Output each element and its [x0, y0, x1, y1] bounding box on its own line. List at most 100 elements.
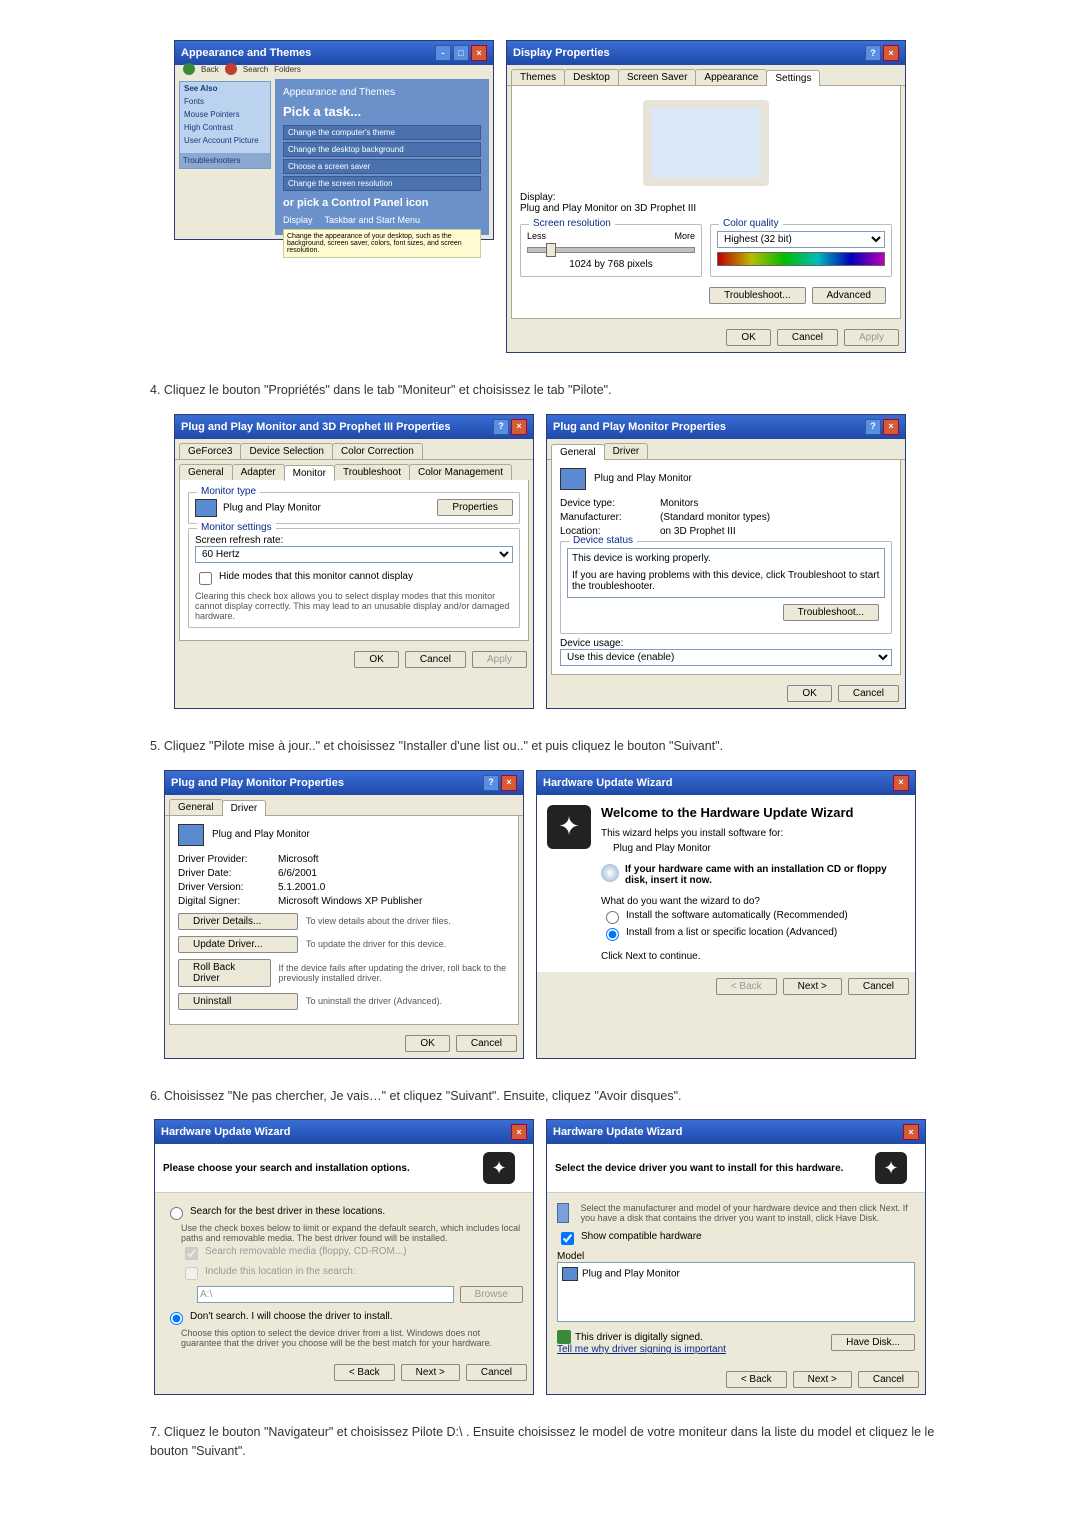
- tab-geforce[interactable]: GeForce3: [179, 443, 241, 459]
- monitor-icon: [195, 499, 217, 517]
- driver-details-desc: To view details about the driver files.: [306, 916, 451, 926]
- update-driver-button[interactable]: Update Driver...: [178, 936, 298, 953]
- resolution-slider[interactable]: [527, 247, 695, 253]
- close-icon[interactable]: ×: [893, 775, 909, 791]
- cancel-button[interactable]: Cancel: [838, 685, 899, 702]
- advanced-button[interactable]: Advanced: [812, 287, 886, 304]
- search-label[interactable]: Search: [243, 65, 268, 74]
- opt-dont-search-radio[interactable]: [170, 1312, 183, 1325]
- cancel-button[interactable]: Cancel: [456, 1035, 517, 1052]
- model-listbox[interactable]: Plug and Play Monitor: [557, 1262, 915, 1322]
- tab-driver[interactable]: Driver: [222, 800, 267, 816]
- back-button[interactable]: < Back: [726, 1371, 787, 1388]
- back-icon[interactable]: [183, 63, 195, 75]
- wizard-welcome-heading: Welcome to the Hardware Update Wizard: [601, 805, 905, 820]
- section-header: Appearance and Themes: [283, 87, 481, 98]
- why-signing-link[interactable]: Tell me why driver signing is important: [557, 1344, 726, 1355]
- list-item[interactable]: Plug and Play Monitor: [562, 1267, 910, 1281]
- color-bar: [717, 252, 885, 266]
- uninstall-button[interactable]: Uninstall: [178, 993, 298, 1010]
- close-icon[interactable]: ×: [511, 1124, 527, 1140]
- close-icon[interactable]: ×: [883, 45, 899, 61]
- back-button[interactable]: < Back: [334, 1364, 395, 1381]
- tab-troubleshoot[interactable]: Troubleshoot: [334, 464, 410, 480]
- refresh-select[interactable]: 60 Hertz: [195, 546, 513, 563]
- tab-general[interactable]: General: [169, 799, 223, 815]
- tab-adapter[interactable]: Adapter: [232, 464, 285, 480]
- ok-button[interactable]: OK: [354, 651, 398, 668]
- have-disk-button[interactable]: Have Disk...: [831, 1334, 915, 1351]
- wizard-icon: ✦: [547, 805, 591, 849]
- troubleshoot-button[interactable]: Troubleshoot...: [709, 287, 805, 304]
- show-compatible-checkbox[interactable]: [561, 1232, 574, 1245]
- next-button[interactable]: Next >: [401, 1364, 460, 1381]
- side-item[interactable]: High Contrast: [180, 121, 270, 134]
- apply-button[interactable]: Apply: [472, 651, 527, 668]
- device-usage-select[interactable]: Use this device (enable): [560, 649, 892, 666]
- back-button[interactable]: < Back: [716, 978, 777, 995]
- cancel-button[interactable]: Cancel: [777, 329, 838, 346]
- help-icon[interactable]: ?: [493, 419, 509, 435]
- step-5-text: 5. Cliquez "Pilote mise à jour.." et cho…: [150, 737, 940, 756]
- tab-general[interactable]: General: [179, 464, 233, 480]
- tab-driver[interactable]: Driver: [604, 443, 649, 459]
- properties-button[interactable]: Properties: [437, 499, 513, 516]
- back-label[interactable]: Back: [201, 65, 219, 74]
- titlebar: Display Properties ? ×: [507, 41, 905, 65]
- cancel-button[interactable]: Cancel: [858, 1371, 919, 1388]
- cancel-button[interactable]: Cancel: [405, 651, 466, 668]
- resolution-group: Screen resolution: [529, 218, 615, 229]
- tab-screensaver[interactable]: Screen Saver: [618, 69, 697, 85]
- next-button[interactable]: Next >: [783, 978, 842, 995]
- tab-colorcorr[interactable]: Color Correction: [332, 443, 423, 459]
- close-icon[interactable]: ×: [471, 45, 487, 61]
- tab-monitor[interactable]: Monitor: [284, 465, 335, 481]
- tab-general[interactable]: General: [551, 444, 605, 460]
- taskbar-icon[interactable]: Taskbar and Start Menu: [325, 215, 421, 225]
- task-link[interactable]: Change the desktop background: [283, 142, 481, 157]
- side-item[interactable]: Mouse Pointers: [180, 108, 270, 121]
- folders-label[interactable]: Folders: [274, 65, 301, 74]
- hardware-wizard-search-window: Hardware Update Wizard × Please choose y…: [154, 1119, 534, 1395]
- forward-icon[interactable]: [225, 63, 237, 75]
- ok-button[interactable]: OK: [726, 329, 770, 346]
- cancel-button[interactable]: Cancel: [848, 978, 909, 995]
- task-link[interactable]: Change the computer's theme: [283, 125, 481, 140]
- close-icon[interactable]: ×: [903, 1124, 919, 1140]
- monitor-icon: [560, 468, 586, 490]
- maximize-icon[interactable]: □: [453, 45, 469, 61]
- ok-button[interactable]: OK: [405, 1035, 449, 1052]
- hide-modes-checkbox[interactable]: [199, 572, 212, 585]
- minimize-icon[interactable]: -: [435, 45, 451, 61]
- wizard-what-text: What do you want the wizard to do?: [601, 896, 905, 907]
- close-icon[interactable]: ×: [501, 775, 517, 791]
- opt-list-radio[interactable]: [606, 928, 619, 941]
- apply-button[interactable]: Apply: [844, 329, 899, 346]
- help-icon[interactable]: ?: [483, 775, 499, 791]
- close-icon[interactable]: ×: [511, 419, 527, 435]
- tab-devsel[interactable]: Device Selection: [240, 443, 332, 459]
- next-button[interactable]: Next >: [793, 1371, 852, 1388]
- opt-auto-radio[interactable]: [606, 911, 619, 924]
- side-item[interactable]: User Account Picture: [180, 134, 270, 147]
- cancel-button[interactable]: Cancel: [466, 1364, 527, 1381]
- help-icon[interactable]: ?: [865, 419, 881, 435]
- tab-themes[interactable]: Themes: [511, 69, 565, 85]
- rollback-driver-button[interactable]: Roll Back Driver: [178, 959, 271, 987]
- side-item[interactable]: Fonts: [180, 95, 270, 108]
- color-quality-select[interactable]: Highest (32 bit): [717, 231, 885, 248]
- opt-search-radio[interactable]: [170, 1207, 183, 1220]
- display-icon[interactable]: Display: [283, 215, 313, 225]
- task-link[interactable]: Change the screen resolution: [283, 176, 481, 191]
- ok-button[interactable]: OK: [787, 685, 831, 702]
- help-icon[interactable]: ?: [865, 45, 881, 61]
- browse-button: Browse: [460, 1286, 523, 1303]
- tab-settings[interactable]: Settings: [766, 70, 820, 86]
- tab-appearance[interactable]: Appearance: [695, 69, 767, 85]
- troubleshoot-button[interactable]: Troubleshoot...: [783, 604, 879, 621]
- tab-desktop[interactable]: Desktop: [564, 69, 619, 85]
- driver-details-button[interactable]: Driver Details...: [178, 913, 298, 930]
- close-icon[interactable]: ×: [883, 419, 899, 435]
- tab-colormgmt[interactable]: Color Management: [409, 464, 512, 480]
- task-link[interactable]: Choose a screen saver: [283, 159, 481, 174]
